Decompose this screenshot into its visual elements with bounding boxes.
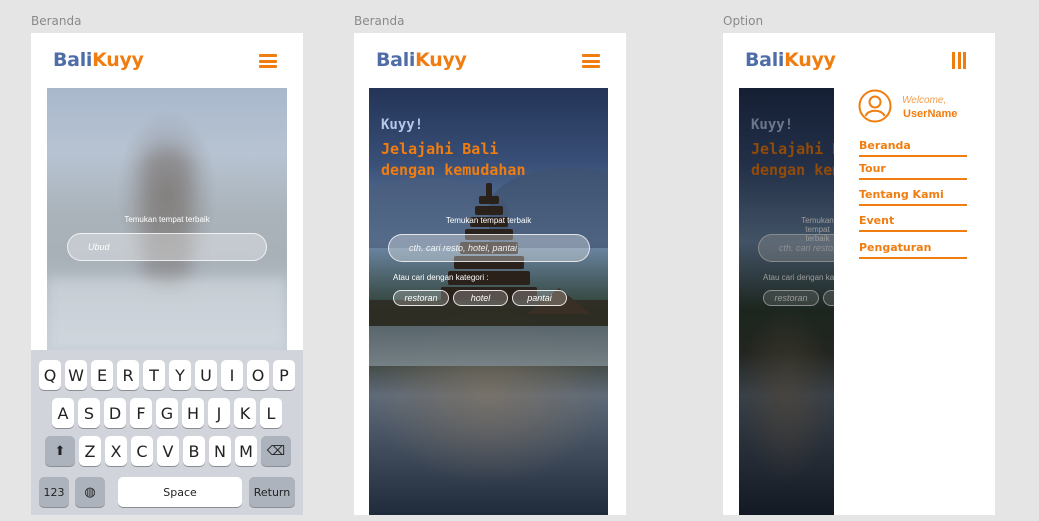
key-b[interactable]: B (183, 436, 205, 466)
logo-part-kuyy: Kuyy (415, 49, 467, 71)
hero-headline: Jelajahi Bali dengan kemudahan (751, 139, 834, 181)
key-c[interactable]: C (131, 436, 153, 466)
hero-headline: Jelajahi Bali dengan kemudahan (381, 139, 526, 181)
frame-label-option: Option (723, 14, 764, 28)
category-chip-restoran[interactable]: restoran (763, 290, 819, 306)
search-placeholder: cth. cari resto, hotel, pantai (779, 243, 834, 253)
key-z[interactable]: Z (79, 436, 101, 466)
menu-item-event[interactable]: Event (859, 214, 967, 232)
hamburger-menu-icon[interactable] (582, 54, 600, 68)
category-chip-hotel[interactable]: hotel (823, 290, 834, 306)
key-f[interactable]: F (130, 398, 152, 428)
menu-item-pengaturan[interactable]: Pengaturan (859, 241, 967, 259)
key-s[interactable]: S (78, 398, 100, 428)
search-input-value: Ubud (88, 242, 110, 252)
numbers-key[interactable]: 123 (39, 477, 69, 507)
category-chip-hotel[interactable]: hotel (453, 290, 508, 306)
key-e[interactable]: E (91, 360, 113, 390)
category-chip-pantai[interactable]: pantai (512, 290, 567, 306)
app-logo[interactable]: BaliKuyy (745, 49, 836, 71)
key-t[interactable]: T (143, 360, 165, 390)
key-x[interactable]: X (105, 436, 127, 466)
username-text: UserName (903, 108, 958, 120)
key-q[interactable]: Q (39, 360, 61, 390)
search-placeholder: cth. cari resto, hotel, pantai (409, 243, 518, 253)
logo-part-bali: Bali (376, 49, 416, 71)
hero-line-2: dengan kemudahan (751, 161, 834, 179)
hamburger-menu-icon[interactable] (259, 54, 277, 68)
key-u[interactable]: U (195, 360, 217, 390)
app-logo[interactable]: BaliKuyy (53, 49, 144, 71)
hero-kuyy-text: Kuyy! (381, 117, 424, 133)
user-avatar-icon[interactable] (858, 89, 892, 123)
on-screen-keyboard: Q W E R T Y U I O P A S D F G H J K L ⬆ … (31, 350, 303, 515)
category-label: Atau cari dengan kategori : (393, 273, 489, 282)
hero-photo-dimmed: Kuyy! Jelajahi Bali dengan kemudahan Tem… (739, 88, 834, 515)
key-r[interactable]: R (117, 360, 139, 390)
frame-option-menu: BaliKuyy Kuyy! Jelajahi Bali dengan kemu… (723, 33, 995, 515)
key-l[interactable]: L (260, 398, 282, 428)
hero-line-2: dengan kemudahan (381, 161, 526, 179)
hero-line-1: Jelajahi Bali (751, 140, 834, 158)
key-a[interactable]: A (52, 398, 74, 428)
menu-item-beranda[interactable]: Beranda (859, 139, 967, 157)
key-i[interactable]: I (221, 360, 243, 390)
search-label: Temukan tempat terbaik (124, 215, 210, 224)
search-input[interactable]: Ubud (67, 233, 267, 261)
frame-label-beranda-2: Beranda (354, 14, 405, 28)
key-j[interactable]: J (208, 398, 230, 428)
hero-kuyy-text: Kuyy! (751, 117, 794, 133)
hero-line-1: Jelajahi Bali (381, 140, 499, 158)
menu-item-tentang-kami[interactable]: Tentang Kami (859, 188, 967, 206)
key-v[interactable]: V (157, 436, 179, 466)
logo-part-kuyy: Kuyy (92, 49, 144, 71)
key-n[interactable]: N (209, 436, 231, 466)
key-y[interactable]: Y (169, 360, 191, 390)
hero-photo-blurred: Temukan tempat terbaik Ubud (47, 88, 287, 350)
backspace-key-icon[interactable]: ⌫ (261, 436, 291, 466)
app-logo[interactable]: BaliKuyy (376, 49, 467, 71)
search-label: Temukan tempat terbaik (445, 216, 532, 225)
key-h[interactable]: H (182, 398, 204, 428)
frame-home: BaliKuyy Kuyy! Jelajahi Bali dengan kemu… (354, 33, 626, 515)
search-input[interactable]: cth. cari resto, hotel, pantai (758, 234, 834, 262)
key-k[interactable]: K (234, 398, 256, 428)
key-d[interactable]: D (104, 398, 126, 428)
logo-part-bali: Bali (53, 49, 93, 71)
return-key[interactable]: Return (249, 477, 295, 507)
menu-open-icon[interactable] (952, 52, 966, 69)
shift-key-icon[interactable]: ⬆ (45, 436, 75, 466)
frame-label-beranda-1: Beranda (31, 14, 82, 28)
category-label: Atau cari dengan kategori : (763, 273, 834, 282)
space-key[interactable]: Space (118, 477, 242, 507)
key-o[interactable]: O (247, 360, 269, 390)
hero-photo-temple: Kuyy! Jelajahi Bali dengan kemudahan Tem… (369, 88, 608, 515)
frame-search-keyboard: BaliKuyy Temukan tempat terbaik Ubud Q W… (31, 33, 303, 515)
category-chip-restoran[interactable]: restoran (393, 290, 449, 306)
welcome-text: Welcome, (902, 95, 947, 106)
key-p[interactable]: P (273, 360, 295, 390)
key-m[interactable]: M (235, 436, 257, 466)
key-w[interactable]: W (65, 360, 87, 390)
logo-part-bali: Bali (745, 49, 785, 71)
globe-key-icon[interactable]: ◍ (75, 477, 105, 507)
menu-item-tour[interactable]: Tour (859, 162, 967, 180)
search-input[interactable]: cth. cari resto, hotel, pantai (388, 234, 590, 262)
logo-part-kuyy: Kuyy (784, 49, 836, 71)
key-g[interactable]: G (156, 398, 178, 428)
